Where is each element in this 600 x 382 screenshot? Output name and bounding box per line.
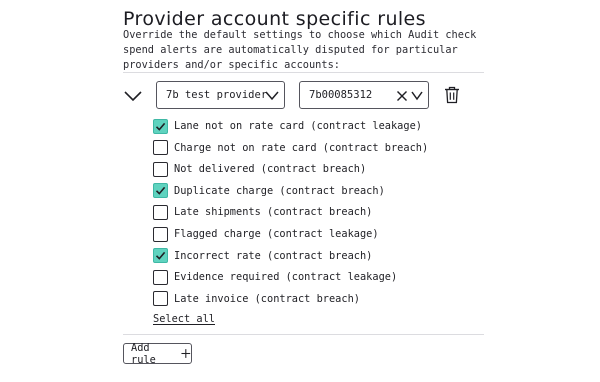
alert-type-option[interactable]: Incorrect rate (contract breach) <box>153 247 372 265</box>
alert-type-option[interactable]: Evidence required (contract leakage) <box>153 268 397 286</box>
section-description: Override the default settings to choose … <box>123 29 477 71</box>
option-label: Duplicate charge (contract breach) <box>174 184 385 197</box>
chevron-down-icon <box>124 91 142 102</box>
option-label: Late shipments (contract breach) <box>174 206 373 219</box>
trash-icon <box>445 86 459 104</box>
alert-type-option[interactable]: Not delivered (contract breach) <box>153 160 366 178</box>
option-label: Not delivered (contract breach) <box>174 163 367 176</box>
checkbox[interactable] <box>153 269 168 285</box>
chevron-down-icon <box>265 91 279 101</box>
alert-type-option[interactable]: Duplicate charge (contract breach) <box>153 182 385 200</box>
account-select-value: 7b00085312 <box>309 89 373 101</box>
checkbox[interactable] <box>153 161 168 177</box>
alert-type-option[interactable]: Charge not on rate card (contract breach… <box>153 139 428 157</box>
divider <box>123 334 484 335</box>
option-label: Late invoice (contract breach) <box>174 292 360 305</box>
alert-type-option[interactable]: Flagged charge (contract leakage) <box>153 225 379 243</box>
select-all-link[interactable]: Select all <box>153 313 215 325</box>
delete-rule-button[interactable] <box>444 86 460 104</box>
add-rule-label: Add rule <box>131 341 156 366</box>
close-icon[interactable] <box>396 90 408 102</box>
alert-type-option[interactable]: Late invoice (contract breach) <box>153 290 360 308</box>
checkbox[interactable] <box>153 204 168 220</box>
chevron-down-icon <box>411 91 423 101</box>
add-rule-button[interactable]: Add rule <box>123 341 192 366</box>
section-title: Provider account specific rules <box>123 8 426 30</box>
divider <box>123 72 484 73</box>
option-label: Incorrect rate (contract breach) <box>174 249 373 262</box>
option-label: Flagged charge (contract leakage) <box>174 228 379 240</box>
provider-select-value: 7b test provider <box>166 89 268 101</box>
collapse-rule-button[interactable] <box>122 86 144 106</box>
option-label: Charge not on rate card (contract breach… <box>174 141 429 154</box>
provider-select[interactable]: 7b test provider <box>156 81 285 109</box>
checkbox[interactable] <box>153 226 168 242</box>
checkbox[interactable] <box>153 291 168 307</box>
alert-type-option[interactable]: Lane not on rate card (contract leakage) <box>153 117 422 135</box>
check-icon <box>155 187 166 196</box>
checkbox[interactable] <box>153 118 168 134</box>
plus-icon <box>181 349 191 358</box>
check-icon <box>155 251 166 260</box>
option-label: Lane not on rate card (contract leakage) <box>174 120 422 132</box>
checkbox[interactable] <box>153 183 168 199</box>
account-select[interactable]: 7b00085312 <box>299 81 429 109</box>
checkbox[interactable] <box>153 248 168 264</box>
option-label: Evidence required (contract leakage) <box>174 271 398 284</box>
checkbox[interactable] <box>153 140 168 156</box>
alert-type-option[interactable]: Late shipments (contract breach) <box>153 203 372 221</box>
check-icon <box>155 122 166 131</box>
